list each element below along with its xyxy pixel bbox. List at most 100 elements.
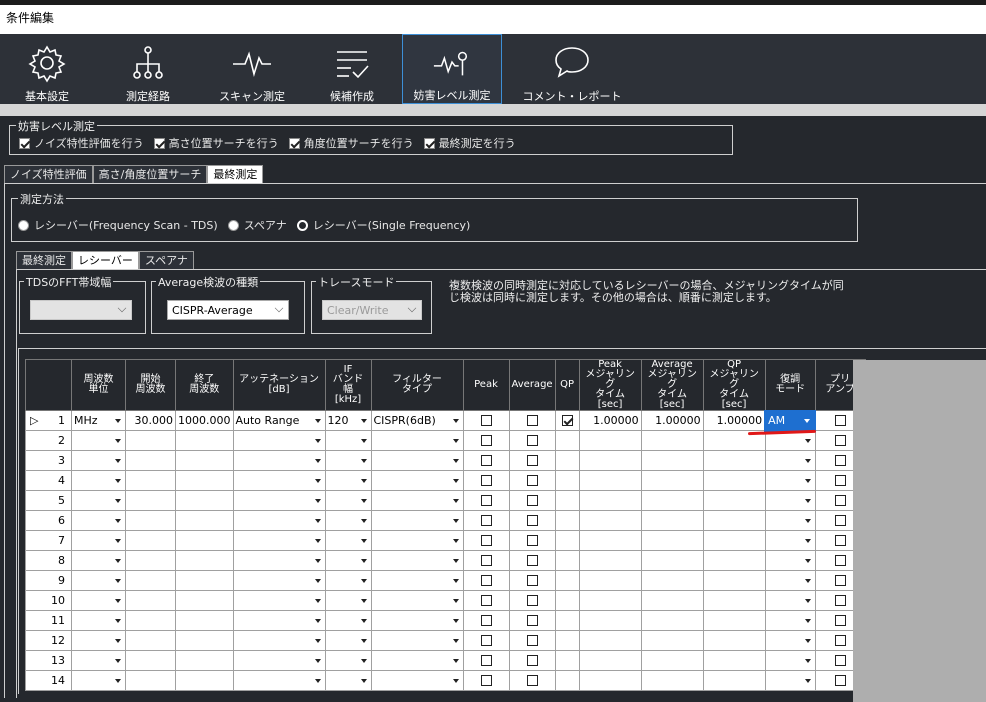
cell-attenuation[interactable] [232, 670, 326, 691]
cell-demod[interactable] [764, 610, 816, 631]
toolbar-basic-settings[interactable]: 基本設定 [0, 34, 94, 104]
cell-attenuation[interactable] [232, 470, 326, 491]
cell-filter[interactable] [370, 530, 464, 551]
table-row[interactable]: 3 [25, 450, 866, 471]
col-end-header[interactable]: 終了 周波数 [175, 359, 234, 411]
cell-peak[interactable] [462, 630, 510, 651]
row-header[interactable]: 7 [25, 530, 72, 551]
checkbox[interactable] [480, 575, 492, 586]
row-header[interactable]: 6 [25, 510, 72, 531]
cell-qp[interactable] [554, 510, 580, 531]
checkbox[interactable] [834, 655, 846, 666]
cell-filter[interactable] [370, 630, 464, 651]
cell-start[interactable] [125, 650, 176, 671]
cell-average[interactable] [508, 610, 556, 631]
cell-start[interactable] [125, 450, 176, 471]
checkbox[interactable] [153, 137, 165, 149]
checkbox[interactable] [834, 475, 846, 486]
table-row[interactable]: 8 [25, 550, 866, 571]
table-row[interactable]: 7 [25, 530, 866, 551]
cell-qp-time[interactable] [702, 530, 766, 551]
cell-ifbw[interactable] [324, 590, 372, 611]
cell-peak[interactable] [462, 450, 510, 471]
cell-end[interactable] [175, 470, 234, 491]
cell-peak-time[interactable] [578, 610, 642, 631]
cell-demod[interactable] [764, 650, 816, 671]
cell-ifbw[interactable] [324, 570, 372, 591]
cell-peak-time[interactable] [578, 650, 642, 671]
table-row[interactable]: 4 [25, 470, 866, 491]
cell-average[interactable] [508, 410, 556, 431]
tds-fft-select[interactable] [30, 300, 132, 320]
cell-filter[interactable] [370, 470, 464, 491]
cell-peak[interactable] [462, 550, 510, 571]
table-row[interactable]: 10 [25, 590, 866, 611]
cell-unit[interactable] [71, 630, 126, 651]
radio-dot[interactable] [18, 219, 29, 231]
cell-average[interactable] [508, 650, 556, 671]
cell-start[interactable] [125, 490, 176, 511]
cell-qp-time[interactable] [702, 590, 766, 611]
radio-dot[interactable] [296, 219, 308, 231]
cell-qp[interactable] [554, 570, 580, 591]
cell-qp-time[interactable] [702, 630, 766, 651]
cell-qp-time[interactable] [702, 450, 766, 471]
col-qp-header[interactable]: QP [554, 359, 580, 411]
cell-peak[interactable] [462, 410, 510, 431]
checkbox[interactable] [480, 415, 492, 426]
cell-qp[interactable] [554, 490, 580, 511]
cell-ifbw[interactable] [324, 510, 372, 531]
checkbox[interactable] [834, 635, 846, 646]
row-header[interactable]: 5 [25, 490, 72, 511]
tab-sub-receiver[interactable]: レシーバー [72, 251, 139, 269]
checkbox[interactable] [561, 415, 573, 426]
checkbox[interactable] [480, 435, 492, 446]
checkbox[interactable] [480, 455, 492, 466]
cell-filter[interactable] [370, 670, 464, 691]
row-header[interactable]: 2 [25, 430, 72, 451]
checkbox[interactable] [480, 675, 492, 686]
table-row[interactable]: 14 [25, 670, 866, 691]
cell-ifbw[interactable] [324, 650, 372, 671]
cell-ifbw[interactable] [324, 490, 372, 511]
cell-start[interactable] [125, 550, 176, 571]
cell-end[interactable] [175, 570, 234, 591]
radio-receiver-single[interactable]: レシーバー(Single Frequency) [296, 217, 470, 233]
tab-height-angle-search[interactable]: 高さ/角度位置サーチ [92, 165, 208, 183]
cell-demod[interactable] [764, 630, 816, 651]
cell-attenuation[interactable] [232, 610, 326, 631]
toolbar-interference[interactable]: 妨害レベル測定 [402, 34, 502, 104]
checkbox[interactable] [526, 555, 538, 566]
col-ifbw-header[interactable]: IF バンド 幅 [kHz] [324, 359, 372, 411]
cell-attenuation[interactable]: Auto Range [232, 410, 326, 431]
cell-start[interactable] [125, 590, 176, 611]
cell-qp-time[interactable] [702, 470, 766, 491]
check-final-measure[interactable]: 最終測定を行う [423, 135, 516, 151]
table-row[interactable]: 2 [25, 430, 866, 451]
col-demod-header[interactable]: 復調 モード [764, 359, 816, 411]
cell-demod[interactable] [764, 590, 816, 611]
table-row[interactable]: 9 [25, 570, 866, 591]
cell-filter[interactable] [370, 510, 464, 531]
checkbox[interactable] [834, 675, 846, 686]
cell-demod[interactable] [764, 530, 816, 551]
tab-sub-final[interactable]: 最終測定 [16, 251, 72, 269]
cell-attenuation[interactable] [232, 590, 326, 611]
cell-end[interactable] [175, 630, 234, 651]
toolbar-scan[interactable]: スキャン測定 [202, 34, 302, 104]
cell-average-time[interactable] [640, 590, 704, 611]
cell-filter[interactable] [370, 430, 464, 451]
col-attenuation-header[interactable]: アッテネーション [dB] [232, 359, 326, 411]
checkbox[interactable] [480, 635, 492, 646]
checkbox[interactable] [834, 615, 846, 626]
col-start-header[interactable]: 開始 周波数 [125, 359, 176, 411]
cell-unit[interactable]: MHz [71, 410, 126, 431]
cell-ifbw[interactable] [324, 470, 372, 491]
cell-peak[interactable] [462, 610, 510, 631]
row-header[interactable]: 13 [25, 650, 72, 671]
cell-average[interactable] [508, 670, 556, 691]
checkbox[interactable] [834, 535, 846, 546]
checkbox[interactable] [834, 435, 846, 446]
cell-peak-time[interactable] [578, 470, 642, 491]
cell-attenuation[interactable] [232, 450, 326, 471]
